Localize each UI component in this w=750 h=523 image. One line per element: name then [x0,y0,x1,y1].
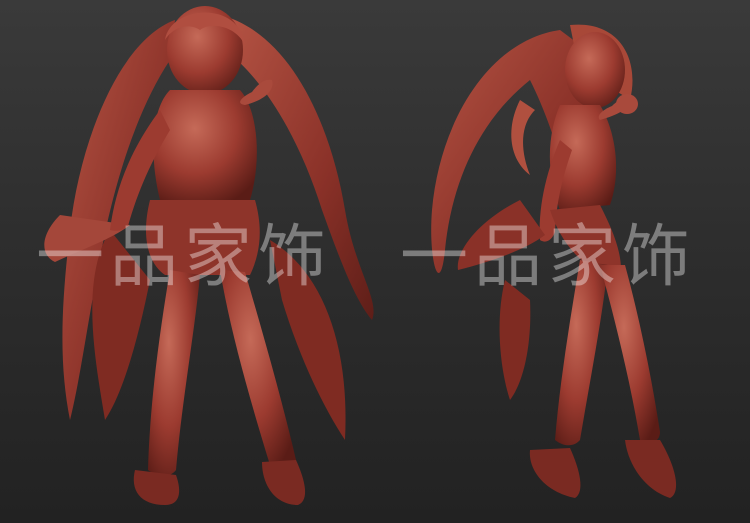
sculpt-viewport: 一品家饰 一品家饰 [0,0,750,523]
sculpt-render [44,6,677,505]
anime-figure-sculpt-side-icon [431,24,677,498]
anime-figure-sculpt-front-icon [44,6,374,505]
